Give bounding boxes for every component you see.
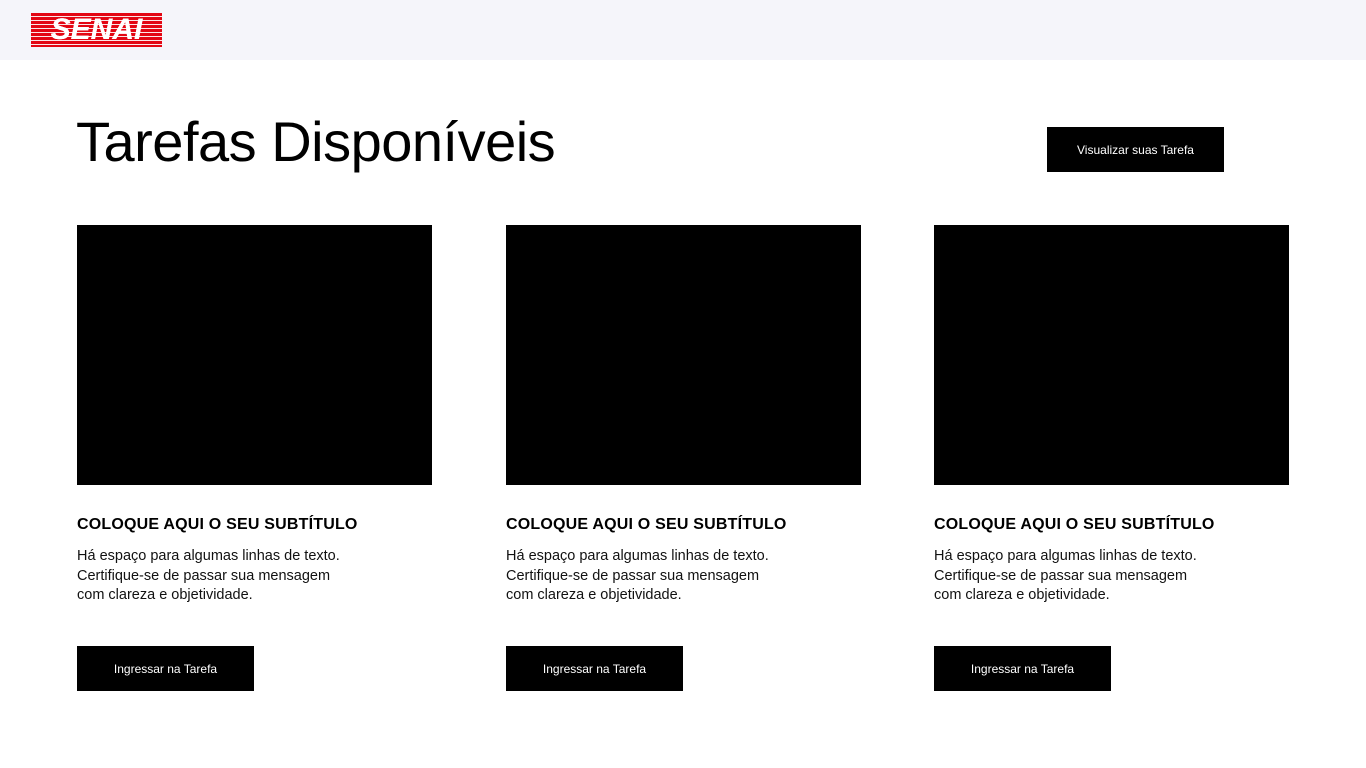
task-card: COLOQUE AQUI O SEU SUBTÍTULO Há espaço p… xyxy=(77,225,433,695)
card-description-line: com clareza e objetividade. xyxy=(506,587,682,603)
view-tasks-button[interactable]: Visualizar suas Tarefa xyxy=(1047,127,1224,172)
page-title: Tarefas Disponíveis xyxy=(76,110,556,173)
card-description-line: com clareza e objetividade. xyxy=(77,587,253,603)
card-description: Há espaço para algumas linhas de texto. … xyxy=(77,547,377,606)
card-description: Há espaço para algumas linhas de texto. … xyxy=(934,547,1234,606)
card-description-line: Certifique-se de passar sua mensagem xyxy=(934,567,1188,584)
card-description-line: com clareza e objetividade. xyxy=(934,587,1110,603)
card-image xyxy=(77,225,432,485)
join-task-button[interactable]: Ingressar na Tarefa xyxy=(934,646,1111,691)
task-card: COLOQUE AQUI O SEU SUBTÍTULO Há espaço p… xyxy=(934,225,1290,695)
card-subtitle: COLOQUE AQUI O SEU SUBTÍTULO xyxy=(934,516,1215,533)
top-bar: SENAI xyxy=(0,0,1366,60)
join-task-button[interactable]: Ingressar na Tarefa xyxy=(77,646,254,691)
card-subtitle: COLOQUE AQUI O SEU SUBTÍTULO xyxy=(77,516,358,533)
card-description-line: Há espaço para algumas linhas de texto. xyxy=(934,548,1197,564)
card-description-line: Certifique-se de passar sua mensagem xyxy=(506,567,760,584)
senai-logo[interactable]: SENAI xyxy=(31,13,162,47)
task-card: COLOQUE AQUI O SEU SUBTÍTULO Há espaço p… xyxy=(506,225,862,695)
logo-text: SENAI xyxy=(50,13,143,46)
card-description-line: Há espaço para algumas linhas de texto. xyxy=(77,548,340,564)
join-task-button[interactable]: Ingressar na Tarefa xyxy=(506,646,683,691)
card-description-line: Há espaço para algumas linhas de texto. xyxy=(506,548,769,564)
card-subtitle: COLOQUE AQUI O SEU SUBTÍTULO xyxy=(506,516,787,533)
card-image xyxy=(506,225,861,485)
card-description-line: Certifique-se de passar sua mensagem xyxy=(77,567,331,584)
card-description: Há espaço para algumas linhas de texto. … xyxy=(506,547,806,606)
card-image xyxy=(934,225,1289,485)
